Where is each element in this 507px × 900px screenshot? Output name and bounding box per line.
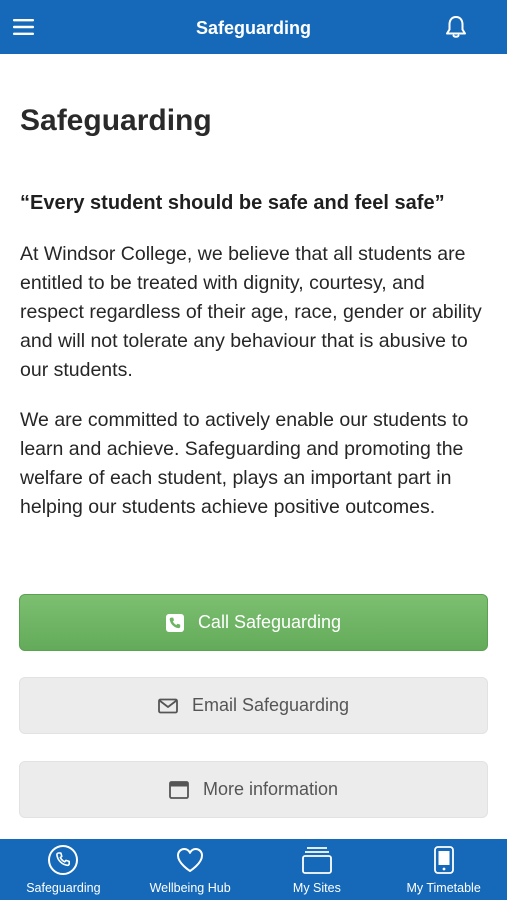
email-safeguarding-button[interactable]: Email Safeguarding (19, 677, 488, 734)
more-information-button[interactable]: More information (19, 761, 488, 818)
phone-icon (165, 613, 184, 632)
app-screen: Safeguarding Safeguarding “Every student… (0, 0, 507, 900)
top-app-bar: Safeguarding (0, 0, 507, 54)
bottom-tab-bar: Safeguarding Wellbeing Hub My Sites My T… (0, 839, 507, 900)
safeguarding-quote: “Every student should be safe and feel s… (20, 192, 445, 214)
bell-icon[interactable] (443, 14, 469, 40)
heart-icon (127, 844, 254, 876)
intro-paragraph: At Windsor College, we believe that all … (20, 243, 482, 381)
more-button-label: More information (202, 779, 339, 799)
browser-window-icon (169, 780, 189, 799)
page-content: Safeguarding “Every student should be sa… (0, 54, 507, 839)
tab-label-safeguarding: Safeguarding (26, 881, 101, 895)
device-icon (380, 844, 507, 876)
stacked-cards-icon (254, 844, 381, 876)
phone-circle-icon (0, 844, 127, 876)
tab-wellbeing-hub[interactable]: Wellbeing Hub (127, 839, 254, 900)
app-bar-title: Safeguarding (195, 18, 311, 38)
tab-label-my-timetable: My Timetable (406, 881, 481, 895)
tab-my-sites[interactable]: My Sites (254, 839, 381, 900)
tab-safeguarding[interactable]: Safeguarding (0, 839, 127, 900)
tab-label-my-sites: My Sites (292, 881, 341, 895)
tab-my-timetable[interactable]: My Timetable (380, 839, 507, 900)
tab-label-wellbeing-hub: Wellbeing Hub (149, 881, 231, 895)
commitment-paragraph: We are committed to actively enable our … (20, 409, 469, 518)
call-button-label: Call Safeguarding (197, 612, 342, 632)
page-title: Safeguarding (20, 104, 212, 137)
envelope-icon (158, 698, 178, 714)
email-button-label: Email Safeguarding (191, 695, 350, 715)
call-safeguarding-button[interactable]: Call Safeguarding (19, 594, 488, 651)
